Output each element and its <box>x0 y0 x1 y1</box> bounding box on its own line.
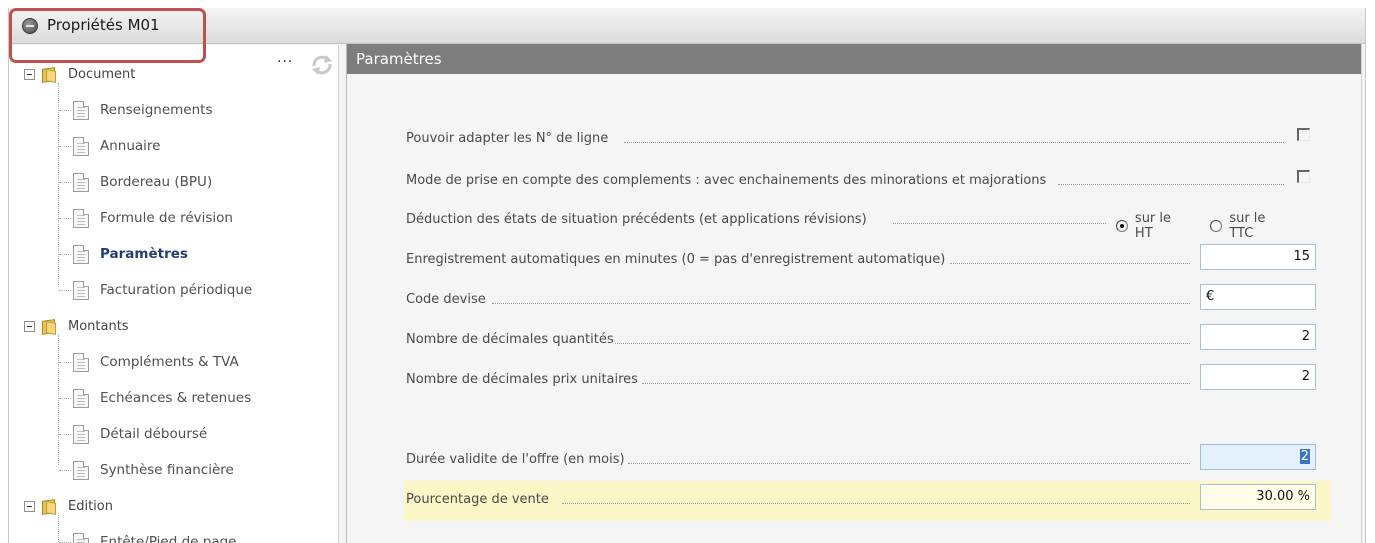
tree-item-label: Formule de révision <box>100 210 233 226</box>
tree-item-detail-debourse[interactable]: Détail déboursé <box>59 424 207 444</box>
qty-decimals-input[interactable]: 2 <box>1200 324 1316 350</box>
collapse-icon[interactable] <box>24 320 35 332</box>
collapse-icon[interactable] <box>24 68 35 80</box>
panel-header: Paramètres <box>347 44 1361 74</box>
row-offer-validity: Durée validite de l'offre (en mois) 2 <box>406 444 1316 470</box>
dotted-leader <box>1058 184 1284 185</box>
radio-sur-le-ht[interactable]: sur le HT <box>1116 211 1192 241</box>
radio-label: sur le TTC <box>1229 211 1266 241</box>
param-label: Durée validite de l'offre (en mois) <box>406 451 625 467</box>
tree-item-label: Facturation périodique <box>100 282 253 298</box>
param-label: Pourcentage de vente <box>406 491 549 507</box>
tree-item-facturation-periodique[interactable]: Facturation périodique <box>59 280 252 300</box>
title-bar: Propriétés M01 <box>9 8 1365 44</box>
tree-item-label: Renseignements <box>100 102 213 118</box>
document-icon <box>73 208 89 228</box>
tree-item-label: Paramètres <box>100 246 188 262</box>
tree-item-echeances-retenues[interactable]: Echéances & retenues <box>59 388 251 408</box>
param-label: Pouvoir adapter les N° de ligne <box>406 130 609 146</box>
offer-validity-input[interactable]: 2 <box>1200 444 1316 470</box>
tree-folder-label: Montants <box>68 318 129 334</box>
radio-button-checked[interactable] <box>1116 220 1128 232</box>
dotted-leader <box>562 503 1190 504</box>
sale-percent-input[interactable]: 30.00 % <box>1200 484 1316 510</box>
document-icon <box>73 136 89 156</box>
document-icon <box>73 352 89 372</box>
param-label: Nombre de décimales prix unitaires <box>406 371 638 387</box>
tree-item-label: Echéances & retenues <box>100 390 252 406</box>
folder-icon <box>42 498 58 515</box>
document-icon <box>73 532 89 543</box>
row-sale-percent: Pourcentage de vente 30.00 % <box>406 484 1316 510</box>
radio-button[interactable] <box>1210 220 1223 232</box>
row-adapt-line-numbers: Pouvoir adapter les N° de ligne <box>406 127 1311 149</box>
tree-folder-label: Document <box>68 66 136 82</box>
tree-item-annuaire[interactable]: Annuaire <box>59 136 161 156</box>
row-autosave: Enregistrement automatiques en minutes (… <box>406 244 1316 270</box>
tree-item-parametres[interactable]: Paramètres <box>59 244 188 264</box>
navigation-tree-panel: Document Renseignements Annuaire Bordere… <box>9 45 339 543</box>
param-label: Déduction des états de situation précéde… <box>406 211 867 227</box>
tree-folder-label: Edition <box>68 498 113 514</box>
row-price-decimals: Nombre de décimales prix unitaires 2 <box>406 364 1316 390</box>
tree-item-bordereau[interactable]: Bordereau (BPU) <box>59 172 212 192</box>
tree-folder-montants[interactable]: Montants <box>24 316 129 336</box>
radio-sur-le-ttc[interactable]: sur le TTC <box>1210 211 1293 241</box>
param-label: Code devise <box>406 291 486 307</box>
dotted-leader <box>950 263 1190 264</box>
dotted-leader <box>492 303 1190 304</box>
selected-value: 2 <box>1299 449 1310 464</box>
folder-icon <box>42 66 58 83</box>
tree-item-label: Bordereau (BPU) <box>100 174 213 190</box>
dotted-leader <box>628 463 1190 464</box>
annotation-highlight-box <box>9 8 206 63</box>
document-icon <box>73 388 89 408</box>
tree-folder-document[interactable]: Document <box>24 64 135 84</box>
row-deduction: Déduction des états de situation précéde… <box>406 208 1311 241</box>
collapse-icon[interactable] <box>24 500 35 512</box>
document-icon <box>73 280 89 300</box>
document-icon <box>73 460 89 480</box>
tree-item-complements-tva[interactable]: Compléments & TVA <box>59 352 239 372</box>
document-icon <box>73 172 89 192</box>
autosave-minutes-input[interactable]: 15 <box>1200 244 1316 270</box>
tree-item-label: Détail déboursé <box>100 426 208 442</box>
tree-item-label: Synthèse financière <box>100 462 234 478</box>
complements-mode-checkbox[interactable] <box>1297 170 1310 183</box>
row-complements-mode: Mode de prise en compte des complements … <box>406 169 1311 191</box>
dotted-leader <box>893 223 1106 224</box>
param-label: Nombre de décimales quantités <box>406 331 614 347</box>
tree-item-label: Entête/Pied de page <box>100 534 237 543</box>
tree-item-entete-pied[interactable]: Entête/Pied de page <box>59 532 236 543</box>
param-label: Enregistrement automatiques en minutes (… <box>406 251 946 267</box>
document-icon <box>73 244 89 264</box>
currency-code-input[interactable]: € <box>1200 284 1316 310</box>
tree-item-label: Compléments & TVA <box>100 354 239 370</box>
document-icon <box>73 424 89 444</box>
row-currency: Code devise € <box>406 284 1316 310</box>
parameters-panel: Paramètres Pouvoir adapter les N° de lig… <box>346 44 1362 543</box>
tree-item-formule-revision[interactable]: Formule de révision <box>59 208 233 228</box>
param-label: Mode de prise en compte des complements … <box>406 172 1047 188</box>
folder-icon <box>42 318 58 335</box>
price-decimals-input[interactable]: 2 <box>1200 364 1316 390</box>
tree-folder-edition[interactable]: Edition <box>24 496 113 516</box>
dotted-leader <box>615 343 1190 344</box>
tree-item-label: Annuaire <box>100 138 161 154</box>
tree-item-renseignements[interactable]: Renseignements <box>59 100 213 120</box>
radio-label: sur le HT <box>1134 211 1172 241</box>
document-icon <box>73 100 89 120</box>
more-options-button[interactable]: ... <box>277 50 293 66</box>
dotted-leader <box>642 383 1190 384</box>
tree-item-synthese-financiere[interactable]: Synthèse financière <box>59 460 234 480</box>
properties-window: Propriétés M01 Document Renseignements A… <box>8 8 1366 543</box>
deduction-radio-group: sur le HT sur le TTC <box>1116 211 1311 241</box>
refresh-icon[interactable] <box>309 52 335 78</box>
adapt-line-numbers-checkbox[interactable] <box>1297 128 1310 141</box>
dotted-leader <box>624 142 1284 143</box>
row-qty-decimals: Nombre de décimales quantités 2 <box>406 324 1316 350</box>
